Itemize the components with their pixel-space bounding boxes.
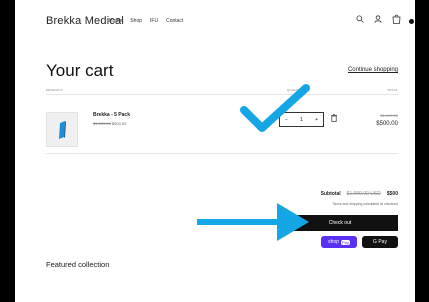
column-header-product: PRODUCT (46, 88, 63, 92)
subtotal-label: Subtotal (320, 191, 341, 197)
checkout-button[interactable]: Check out (282, 215, 398, 231)
subtotal-row: Subtotal $1,000.00 USD $500 (321, 191, 398, 197)
shop-pay-label: shop (328, 239, 339, 245)
subtotal-old: $1,000.00 USD (346, 191, 381, 197)
taxes-note: Taxes and shipping calculated at checkou… (332, 202, 398, 206)
quantity-minus-button[interactable]: − (285, 117, 288, 123)
main-nav: Home Shop IFU Contact (109, 18, 183, 24)
continue-shopping-link[interactable]: Continue shopping (348, 67, 398, 73)
product-price-old: $1,000.00 (93, 121, 111, 126)
column-header-quantity: QUANTITY (287, 88, 305, 92)
product-price: $1,000.00 $500.00 (93, 121, 126, 126)
trash-icon[interactable] (331, 114, 337, 122)
account-icon[interactable] (374, 15, 382, 23)
featured-collection-heading: Featured collection (46, 260, 110, 269)
search-icon[interactable] (356, 15, 364, 23)
page: Brekka Medical Home Shop IFU Contact You… (15, 0, 415, 302)
header-icons (356, 14, 414, 24)
column-header-total: TOTAL (387, 88, 398, 92)
header-divider (46, 94, 398, 95)
product-thumbnail[interactable] (46, 112, 78, 147)
nav-home[interactable]: Home (109, 18, 122, 24)
line-total-new: $500.00 (376, 121, 398, 127)
product-price-new: $500.00 (111, 121, 127, 126)
site-header: Brekka Medical Home Shop IFU Contact (15, 0, 415, 44)
nav-ifu[interactable]: IFU (150, 18, 158, 24)
quantity-stepper[interactable]: − 1 + (279, 112, 324, 127)
google-pay-button[interactable]: G Pay (362, 236, 398, 248)
cart-icon[interactable] (392, 14, 414, 24)
items-divider (46, 153, 398, 154)
cart-count-badge (409, 19, 414, 24)
nav-contact[interactable]: Contact (166, 18, 183, 24)
shop-pay-button[interactable]: shop Pay (321, 236, 357, 248)
shop-pay-badge: Pay (340, 239, 350, 245)
cart-item-controls: − 1 + $1,000.00 $500.00 (239, 106, 408, 133)
page-title: Your cart (46, 61, 114, 80)
subtotal-new: $500 (386, 191, 398, 197)
line-total-old: $1,000.00 (380, 113, 398, 118)
quantity-value[interactable]: 1 (300, 117, 303, 123)
quantity-plus-button[interactable]: + (315, 117, 318, 123)
product-name[interactable]: Brekka - 5 Pack (93, 112, 130, 118)
nav-shop[interactable]: Shop (130, 18, 142, 24)
